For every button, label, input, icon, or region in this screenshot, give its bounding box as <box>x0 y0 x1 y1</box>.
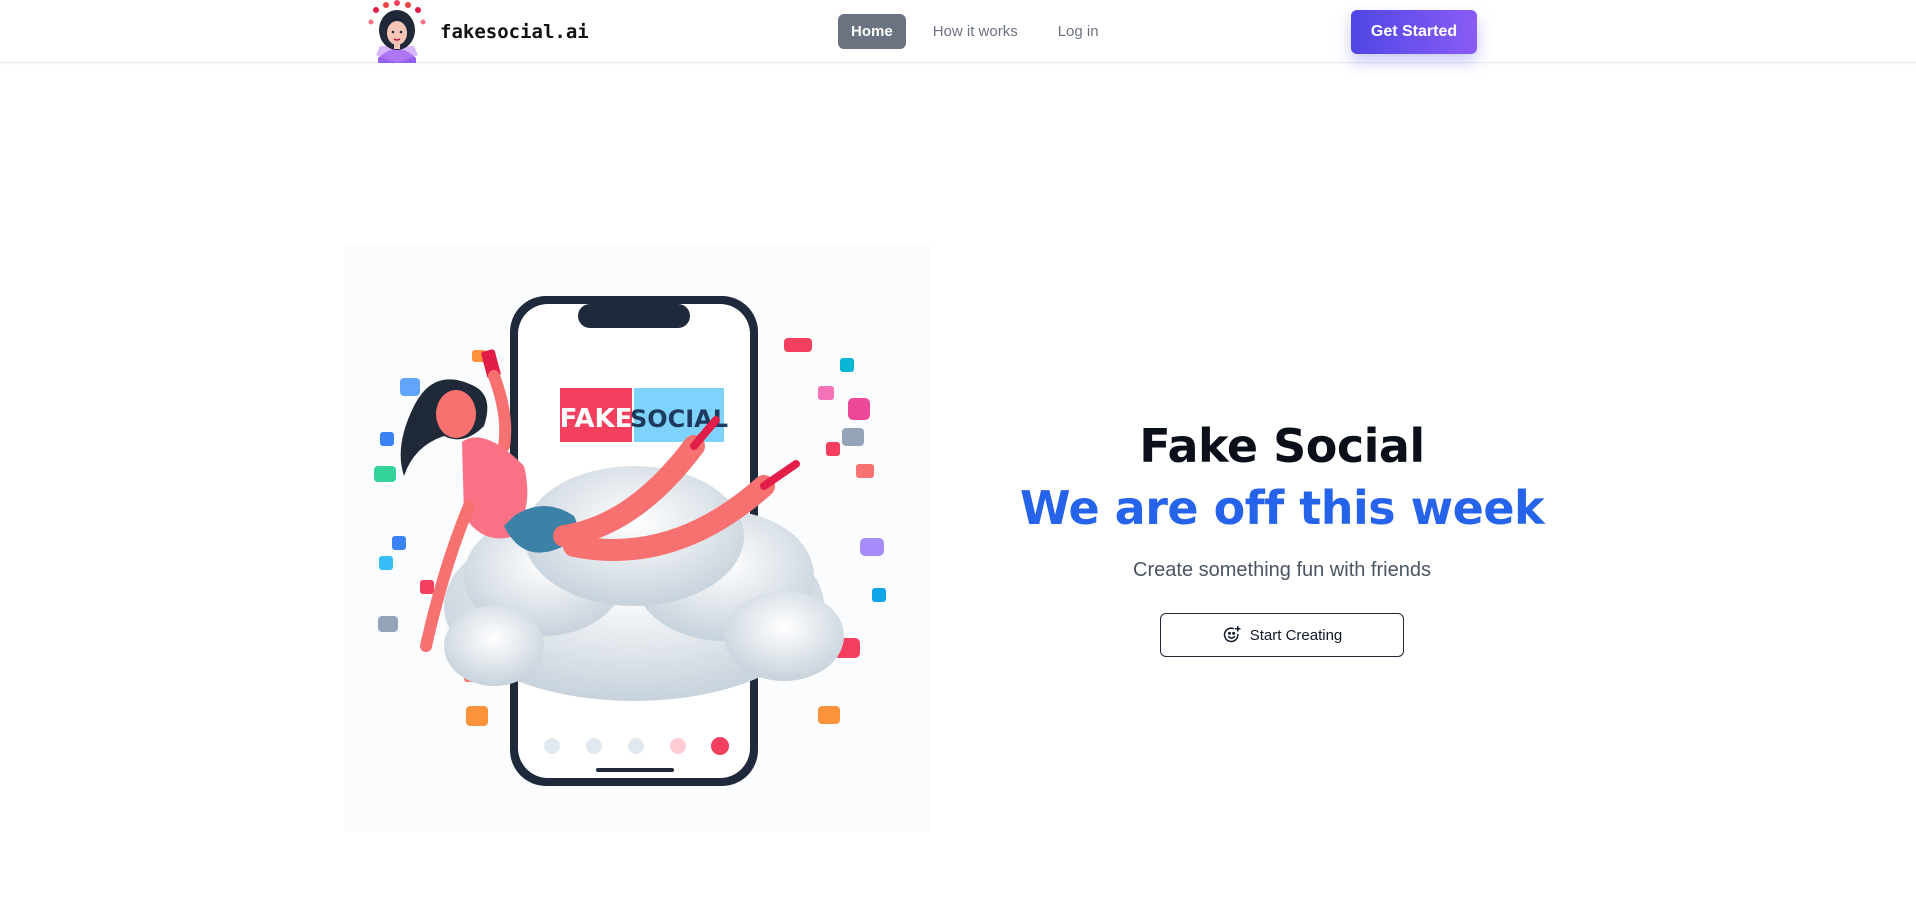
start-creating-button[interactable]: Start Creating <box>1160 613 1404 657</box>
nav-home[interactable]: Home <box>838 14 906 49</box>
phone-selfie-illustration: FAKE SOCIAL <box>344 246 930 832</box>
hero-subtitle: We are off this week <box>1019 481 1545 535</box>
site-header: fakesocial.ai Home How it works Log in G… <box>0 0 1916 63</box>
get-started-button[interactable]: Get Started <box>1351 10 1477 54</box>
smiley-sparkle-icon <box>1223 625 1241 643</box>
nav-log-in[interactable]: Log in <box>1045 14 1112 49</box>
hero-tagline: Create something fun with friends <box>1133 559 1431 581</box>
nav-how-it-works[interactable]: How it works <box>920 14 1031 49</box>
brand-link[interactable]: fakesocial.ai <box>364 0 589 63</box>
hero-title: Fake Social <box>1139 419 1425 473</box>
woman-portrait-logo <box>368 0 426 63</box>
brand-name: fakesocial.ai <box>440 20 589 43</box>
main-nav: Home How it works Log in <box>838 14 1112 49</box>
svg-text:FAKE: FAKE <box>560 404 633 434</box>
start-creating-label: Start Creating <box>1249 626 1343 644</box>
hero-section: Fake Social We are off this week Create … <box>1000 415 1564 657</box>
